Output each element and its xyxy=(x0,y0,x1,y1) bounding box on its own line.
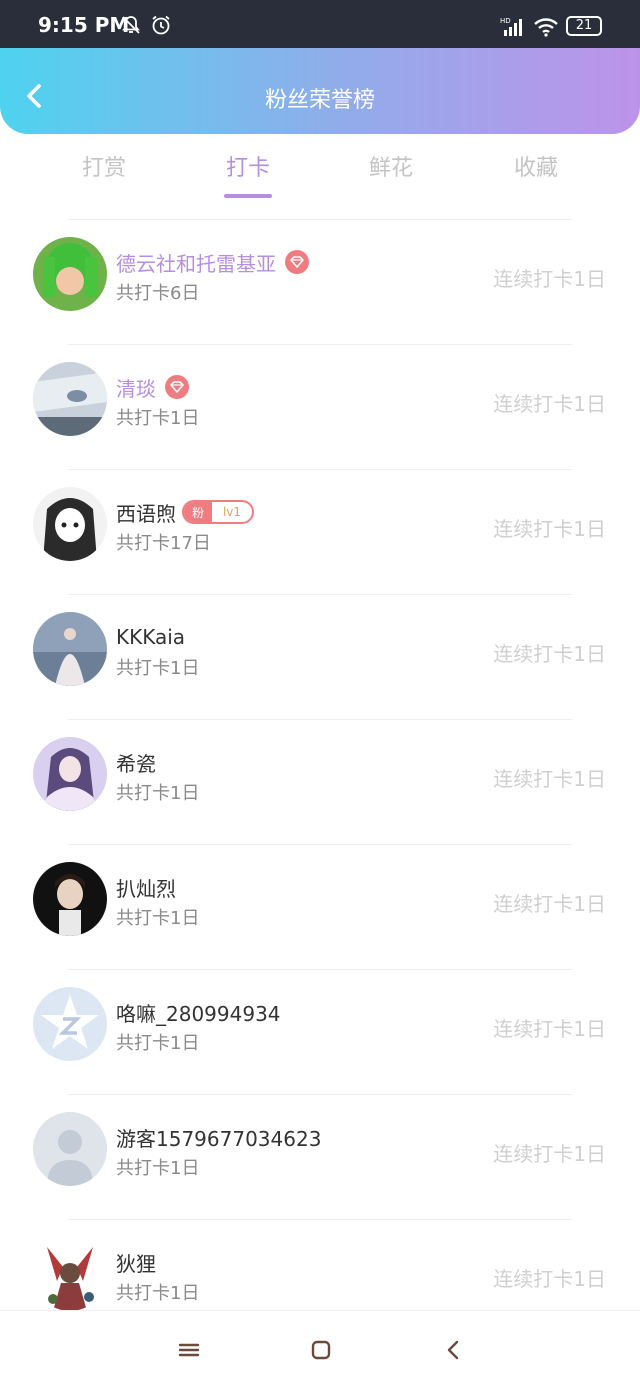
tab-checkin[interactable]: 打卡 xyxy=(198,150,298,182)
total-checkins: 共打卡1日 xyxy=(116,658,200,679)
list-item[interactable]: 游客1579677034623 共打卡1日 连续打卡1日 xyxy=(0,1090,640,1215)
list-item[interactable]: 咯嘛_280994934 共打卡1日 连续打卡1日 xyxy=(0,965,640,1090)
diamond-badge-icon xyxy=(285,250,309,274)
back-icon[interactable] xyxy=(441,1337,467,1363)
streak-checkins: 连续打卡1日 xyxy=(493,767,606,791)
avatar[interactable] xyxy=(33,362,107,436)
fan-name: 扒灿烈 xyxy=(116,876,176,901)
status-time: 9:15 PM xyxy=(38,13,130,37)
avatar[interactable] xyxy=(33,612,107,686)
row-divider xyxy=(68,344,572,345)
menu-icon[interactable] xyxy=(176,1337,202,1363)
total-checkins: 共打卡1日 xyxy=(116,408,200,429)
list-item[interactable]: 清琰 共打卡1日 连续打卡1日 xyxy=(0,340,640,465)
streak-checkins: 连续打卡1日 xyxy=(493,1142,606,1166)
streak-checkins: 连续打卡1日 xyxy=(493,1267,606,1291)
bell-muted-icon xyxy=(122,16,140,34)
total-checkins: 共打卡1日 xyxy=(116,1033,200,1054)
fan-name: 希瓷 xyxy=(116,751,156,776)
avatar[interactable] xyxy=(33,1237,107,1311)
list-item[interactable]: 扒灿烈 共打卡1日 连续打卡1日 xyxy=(0,840,640,965)
system-nav-bar xyxy=(0,1310,640,1387)
fan-name: 西语煦 xyxy=(116,501,176,526)
home-icon[interactable] xyxy=(308,1337,334,1363)
tab-favorites[interactable]: 收藏 xyxy=(486,150,586,182)
wifi-icon xyxy=(534,18,558,37)
active-tab-indicator xyxy=(224,194,272,198)
total-checkins: 共打卡1日 xyxy=(116,908,200,929)
status-bar: 9:15 PM HD 21 xyxy=(0,0,640,48)
total-checkins: 共打卡1日 xyxy=(116,1158,200,1179)
header-bar: 9:15 PM HD 21 粉丝荣誉榜 xyxy=(0,0,640,134)
fan-badge-level: lv1 xyxy=(222,505,242,519)
signal-icon: HD xyxy=(500,17,522,36)
avatar[interactable] xyxy=(33,237,107,311)
fan-badge-label: 粉 xyxy=(184,502,212,522)
row-divider xyxy=(68,719,572,720)
streak-checkins: 连续打卡1日 xyxy=(493,1017,606,1041)
tab-reward[interactable]: 打赏 xyxy=(54,150,154,182)
tab-bar: 打赏 打卡 鲜花 收藏 xyxy=(0,150,640,210)
avatar[interactable] xyxy=(33,862,107,936)
total-checkins: 共打卡1日 xyxy=(116,1283,200,1304)
fan-name: 游客1579677034623 xyxy=(116,1126,322,1151)
list-item[interactable]: KKKaia 共打卡1日 连续打卡1日 xyxy=(0,590,640,715)
avatar[interactable] xyxy=(33,1112,107,1186)
fan-name: 咯嘛_280994934 xyxy=(116,1001,281,1026)
diamond-badge-icon xyxy=(165,375,189,399)
battery-indicator: 21 xyxy=(566,16,602,36)
list-item[interactable]: 德云社和托雷基亚 共打卡6日 连续打卡1日 xyxy=(0,215,640,340)
streak-checkins: 连续打卡1日 xyxy=(493,892,606,916)
total-checkins: 共打卡1日 xyxy=(116,783,200,804)
row-divider xyxy=(68,969,572,970)
fan-name: 德云社和托雷基亚 xyxy=(116,251,276,276)
row-divider xyxy=(68,844,572,845)
avatar[interactable] xyxy=(33,487,107,561)
fan-name: 清琰 xyxy=(116,376,156,401)
streak-checkins: 连续打卡1日 xyxy=(493,392,606,416)
avatar[interactable] xyxy=(33,987,107,1061)
row-divider xyxy=(68,219,572,220)
streak-checkins: 连续打卡1日 xyxy=(493,517,606,541)
row-divider xyxy=(68,594,572,595)
list-item[interactable]: 西语煦 粉 lv1 共打卡17日 连续打卡1日 xyxy=(0,465,640,590)
streak-checkins: 连续打卡1日 xyxy=(493,642,606,666)
tab-flowers[interactable]: 鲜花 xyxy=(341,150,441,182)
row-divider xyxy=(68,1219,572,1220)
total-checkins: 共打卡17日 xyxy=(116,533,211,554)
fan-name: 狄狸 xyxy=(116,1251,156,1276)
fan-name: KKKaia xyxy=(116,625,186,649)
list-item[interactable]: 希瓷 共打卡1日 连续打卡1日 xyxy=(0,715,640,840)
row-divider xyxy=(68,469,572,470)
hd-label: HD xyxy=(500,17,511,25)
total-checkins: 共打卡6日 xyxy=(116,283,200,304)
row-divider xyxy=(68,1094,572,1095)
streak-checkins: 连续打卡1日 xyxy=(493,267,606,291)
page-title: 粉丝荣誉榜 xyxy=(264,88,375,113)
alarm-icon xyxy=(152,15,170,35)
fan-level-badge: 粉 lv1 xyxy=(182,500,254,524)
avatar[interactable] xyxy=(33,737,107,811)
